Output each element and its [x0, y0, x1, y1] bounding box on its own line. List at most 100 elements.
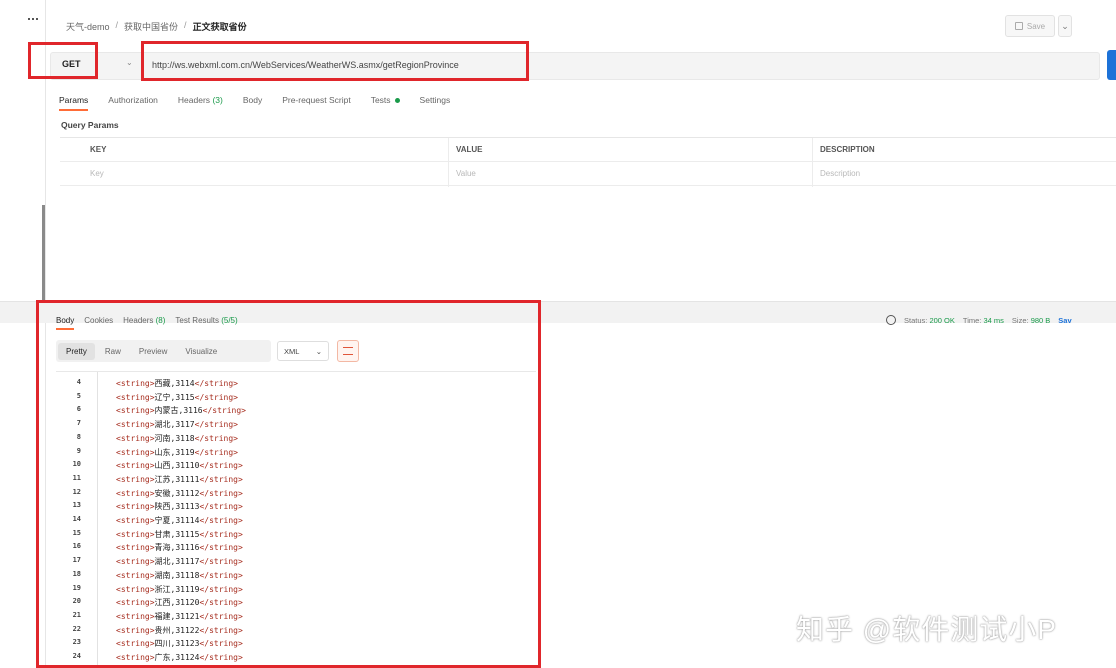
line-number: 17: [72, 556, 81, 565]
table-row: Key Value Description: [60, 162, 1116, 186]
code-text: <string>江苏,31111</string>: [116, 474, 243, 484]
column-header-key: KEY: [90, 145, 107, 154]
tab-headers-label: Headers: [177, 95, 211, 105]
line-number: 23: [72, 638, 81, 647]
code-line: 15 <string>甘肃,31115</string>: [56, 527, 536, 541]
code-text: <string>山东,3119</string>: [116, 447, 238, 457]
tab-pre-request-script[interactable]: Pre-request Script: [282, 95, 351, 111]
wrap-lines-button[interactable]: [337, 340, 359, 362]
code-text: <string>福建,31121</string>: [116, 611, 243, 621]
breadcrumb-separator: /: [184, 20, 187, 30]
view-raw-button[interactable]: Raw: [97, 343, 129, 360]
response-tabs: Body Cookies Headers (8) Test Results (5…: [56, 316, 238, 330]
line-number: 10: [72, 460, 81, 469]
code-text: <string>四川,31123</string>: [116, 639, 243, 649]
chevron-down-icon: ⌄: [1061, 21, 1069, 31]
code-line: 4 <string>西藏,3114</string>: [56, 376, 536, 390]
line-number: 18: [72, 569, 81, 578]
code-text: <string>河南,3118</string>: [116, 433, 238, 443]
line-number: 4: [76, 378, 81, 386]
time-value[interactable]: 34 ms: [983, 316, 1003, 325]
status-value[interactable]: 200 OK: [929, 316, 954, 325]
line-number: 22: [72, 624, 81, 633]
view-pretty-button[interactable]: Pretty: [58, 342, 95, 360]
code-line: 9 <string>山东,3119</string>: [56, 445, 536, 459]
breadcrumb-request[interactable]: 正文获取省份: [193, 20, 247, 33]
chevron-down-icon[interactable]: ⌄: [126, 58, 133, 67]
tab-headers-count: (3): [212, 95, 223, 105]
code-text: <string>内蒙古,3116</string>: [116, 406, 246, 416]
breadcrumb-separator: /: [115, 20, 119, 30]
code-text: <string>山西,31110</string>: [116, 461, 243, 471]
tab-response-body[interactable]: Body: [56, 316, 75, 330]
tab-response-headers-count: (8): [155, 316, 166, 325]
size-label: Size:: [1011, 315, 1029, 325]
tab-tests[interactable]: Tests: [371, 95, 400, 111]
code-text: <string>浙江,31119</string>: [116, 584, 243, 594]
save-button[interactable]: Save: [1005, 15, 1055, 37]
tab-test-results-count: (5/5): [221, 316, 238, 325]
tab-body[interactable]: Body: [243, 95, 262, 111]
line-number: 16: [72, 542, 81, 551]
code-line: 17 <string>湖北,31117</string>: [56, 554, 536, 568]
tab-headers[interactable]: Headers (3): [178, 95, 223, 111]
code-line: 7 <string>湖北,3117</string>: [56, 417, 536, 431]
line-number: 21: [72, 610, 81, 619]
code-line: 16 <string>青海,31116</string>: [56, 540, 536, 554]
code-line: 24 <string>广东,31124</string>: [56, 650, 536, 664]
code-line: 13 <string>陕西,31113</string>: [56, 499, 536, 513]
save-dropdown-button[interactable]: ⌄: [1058, 15, 1072, 37]
breadcrumb-collection[interactable]: 天气-demo: [66, 20, 110, 33]
query-params-title: Query Params: [61, 120, 119, 130]
line-number: 9: [76, 446, 81, 455]
code-text: <string>湖北,31117</string>: [116, 557, 243, 567]
view-preview-button[interactable]: Preview: [131, 343, 175, 360]
code-line: 21 <string>福建,31121</string>: [56, 609, 536, 623]
code-line: 10 <string>山西,31110</string>: [56, 458, 536, 472]
format-select[interactable]: XML ⌄: [277, 341, 329, 361]
query-params-table: KEY VALUE DESCRIPTION Key Value Descript…: [60, 137, 1116, 187]
tab-response-headers[interactable]: Headers (8): [123, 316, 165, 330]
breadcrumb-folder[interactable]: 获取中国省份: [124, 20, 178, 33]
view-visualize-button[interactable]: Visualize: [177, 343, 225, 360]
tab-authorization[interactable]: Authorization: [108, 95, 158, 111]
url-input[interactable]: http://ws.webxml.com.cn/WebServices/Weat…: [152, 60, 459, 70]
code-text: <string>江西,31120</string>: [116, 598, 243, 608]
size-value[interactable]: 980 B: [1031, 316, 1051, 325]
column-header-value: VALUE: [456, 145, 483, 154]
code-line: 6 <string>内蒙古,3116</string>: [56, 403, 536, 417]
response-body-code[interactable]: 4 <string>西藏,3114</string> 5 <string>辽宁,311…: [56, 371, 536, 668]
tab-test-results-label: Test Results: [175, 316, 219, 325]
code-text: <string>湖北,3117</string>: [116, 420, 238, 430]
chevron-down-icon: ⌄: [315, 346, 322, 356]
description-input[interactable]: Description: [820, 169, 860, 178]
wrap-lines-icon: [343, 347, 353, 355]
line-number: 19: [72, 583, 81, 592]
code-text: <string>宁夏,31114</string>: [116, 516, 243, 525]
method-select[interactable]: GET: [62, 59, 81, 69]
column-header-description: DESCRIPTION: [820, 145, 875, 154]
save-response-button[interactable]: Sav: [1058, 316, 1071, 325]
code-text: <string>陕西,31113</string>: [116, 502, 243, 512]
status-dot-icon: [394, 98, 400, 104]
more-options-icon[interactable]: [28, 18, 38, 21]
status-label: Status:: [904, 315, 928, 325]
code-text: <string>湖南,31118</string>: [116, 570, 243, 580]
key-input[interactable]: Key: [90, 169, 104, 178]
code-text: <string>青海,31116</string>: [116, 543, 243, 553]
code-line: 22 <string>贵州,31122</string>: [56, 623, 536, 637]
code-line: 20 <string>江西,31120</string>: [56, 595, 536, 609]
tab-params[interactable]: Params: [59, 95, 89, 111]
tab-settings[interactable]: Settings: [420, 95, 451, 111]
tab-cookies[interactable]: Cookies: [84, 316, 113, 330]
send-button[interactable]: [1107, 50, 1116, 80]
globe-icon[interactable]: [886, 315, 896, 325]
value-input[interactable]: Value: [456, 169, 476, 178]
line-number: 7: [76, 419, 81, 428]
sidebar-scrollbar[interactable]: [42, 205, 45, 300]
tab-test-results[interactable]: Test Results (5/5): [175, 316, 237, 330]
code-text: <string>贵州,31122</string>: [116, 625, 243, 635]
code-line: 12 <string>安徽,31112</string>: [56, 486, 536, 500]
line-number: 6: [76, 405, 81, 414]
code-line: 18 <string>湖南,31118</string>: [56, 568, 536, 582]
